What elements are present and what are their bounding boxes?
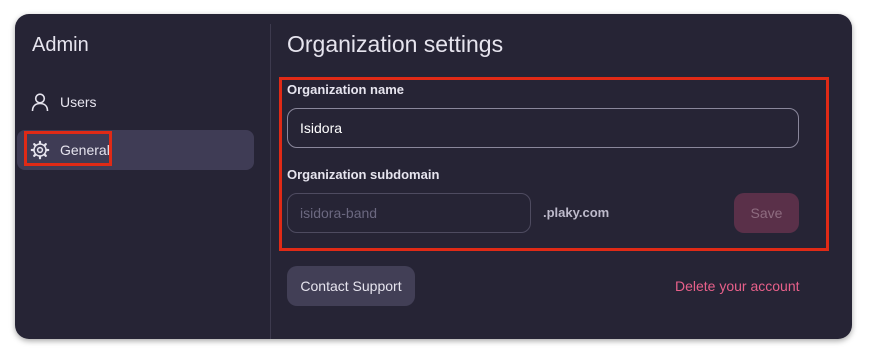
sidebar-divider — [270, 24, 271, 339]
user-icon — [30, 92, 50, 112]
sidebar-title: Admin — [32, 34, 89, 56]
highlight-box-general — [24, 131, 112, 166]
page-title: Organization settings — [287, 31, 504, 57]
admin-window: Admin Users General Organization setting… — [15, 14, 852, 339]
sidebar: Admin Users General — [15, 14, 270, 339]
sidebar-item-users[interactable]: Users — [17, 82, 254, 122]
delete-account-link[interactable]: Delete your account — [675, 278, 800, 294]
highlight-box-form — [279, 77, 829, 251]
contact-support-button[interactable]: Contact Support — [287, 266, 415, 306]
sidebar-item-label: Users — [60, 94, 97, 110]
